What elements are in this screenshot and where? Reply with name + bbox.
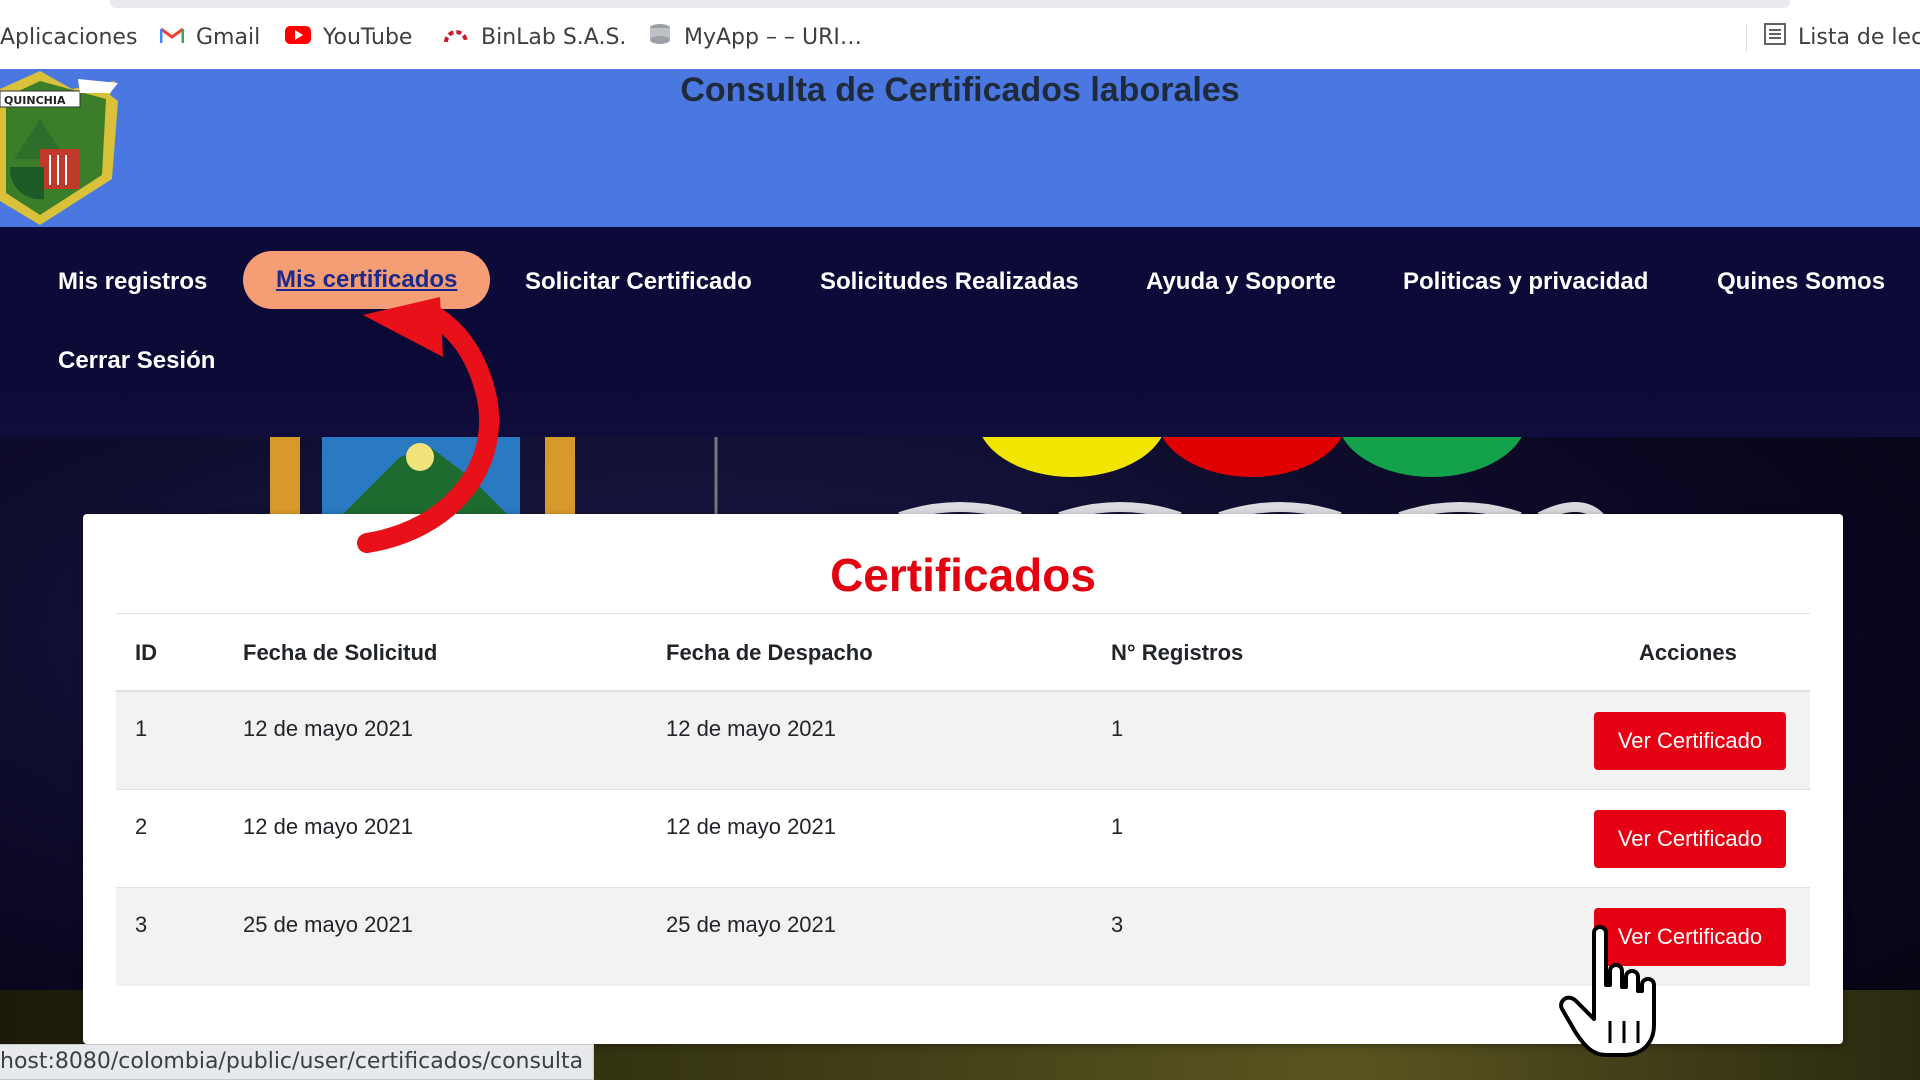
cell-id: 3 (135, 912, 148, 937)
cell-fecha-despacho: 12 de mayo 2021 (666, 814, 837, 839)
main-nav: Mis registros Mis certificados Solicitar… (0, 227, 1920, 437)
nav-item-cerrar-sesion[interactable]: Cerrar Sesión (25, 332, 248, 390)
nav-item-ayuda-soporte[interactable]: Ayuda y Soporte (1113, 253, 1369, 311)
column-header-id: ID (135, 640, 157, 665)
site-header: QUINCHIA Consulta de Certificados labora… (0, 69, 1920, 227)
cell-id: 2 (135, 814, 148, 839)
cell-fecha-solicitud: 12 de mayo 2021 (243, 814, 414, 839)
bookmark-youtube[interactable]: YouTube (285, 22, 412, 52)
nav-item-politicas-privacidad[interactable]: Politicas y privacidad (1370, 253, 1681, 311)
bookmark-label: YouTube (323, 24, 413, 50)
bookmarks-bar: Aplicaciones Gmail YouTube BinLab S.A.S.… (0, 0, 1920, 69)
table-row: 2 12 de mayo 2021 12 de mayo 2021 1 Ver … (116, 790, 1810, 888)
ver-certificado-button[interactable]: Ver Certificado (1594, 712, 1786, 770)
table-row: 3 25 de mayo 2021 25 de mayo 2021 3 Ver … (116, 888, 1810, 986)
reading-list-icon (1764, 23, 1786, 51)
table-row: 1 12 de mayo 2021 12 de mayo 2021 1 Ver … (116, 692, 1810, 790)
nav-item-solicitudes-realizadas[interactable]: Solicitudes Realizadas (787, 253, 1112, 311)
bookmark-myapp[interactable]: MyApp – – URI… (648, 22, 862, 52)
ver-certificado-button[interactable]: Ver Certificado (1594, 810, 1786, 868)
page-title: Consulta de Certificados laborales (680, 71, 1240, 109)
nav-item-quienes-somos[interactable]: Quines Somos (1684, 253, 1918, 311)
curved-arrow-icon (357, 297, 500, 553)
bookmark-gmail[interactable]: Gmail (159, 22, 261, 52)
bookmark-binlab[interactable]: BinLab S.A.S. (443, 22, 626, 52)
myapp-icon (648, 23, 672, 51)
cell-registros: 3 (1111, 912, 1124, 937)
reading-list-label: Lista de lec (1798, 24, 1920, 50)
address-bar-edge (110, 0, 1790, 8)
hand-pointer-icon (1559, 925, 1656, 1057)
bookmark-label: BinLab S.A.S. (481, 24, 627, 50)
bookmark-label: Aplicaciones (0, 24, 138, 50)
cell-fecha-despacho: 12 de mayo 2021 (666, 716, 837, 741)
cell-fecha-solicitud: 12 de mayo 2021 (243, 716, 414, 741)
cell-fecha-solicitud: 25 de mayo 2021 (243, 912, 414, 937)
cell-registros: 1 (1111, 716, 1124, 741)
cell-registros: 1 (1111, 814, 1124, 839)
column-header-registros: N° Registros (1111, 640, 1244, 665)
reading-list-button[interactable]: Lista de lec (1764, 22, 1920, 52)
column-header-fecha-solicitud: Fecha de Solicitud (243, 640, 438, 665)
column-header-fecha-despacho: Fecha de Despacho (666, 640, 873, 665)
cell-fecha-despacho: 25 de mayo 2021 (666, 912, 837, 937)
column-header-acciones: Acciones (1639, 640, 1737, 665)
section-title: Certificados (830, 549, 1096, 601)
gmail-icon (159, 25, 185, 50)
table-header: ID Fecha de Solicitud Fecha de Despacho … (116, 614, 1810, 692)
certificates-table: ID Fecha de Solicitud Fecha de Despacho … (116, 614, 1810, 986)
bookmark-apps[interactable]: Aplicaciones (0, 22, 137, 52)
status-url: host:8080/colombia/public/user/certifica… (0, 1044, 595, 1080)
binlab-icon (443, 24, 469, 50)
nav-item-mis-registros[interactable]: Mis registros (25, 253, 240, 311)
bookmark-label: Gmail (196, 24, 261, 50)
cell-id: 1 (135, 716, 148, 741)
youtube-icon (285, 25, 311, 50)
nav-item-solicitar-certificado[interactable]: Solicitar Certificado (492, 253, 785, 311)
bookmark-label: MyApp – – URI… (684, 24, 862, 50)
bookmarks-separator (1746, 24, 1747, 52)
